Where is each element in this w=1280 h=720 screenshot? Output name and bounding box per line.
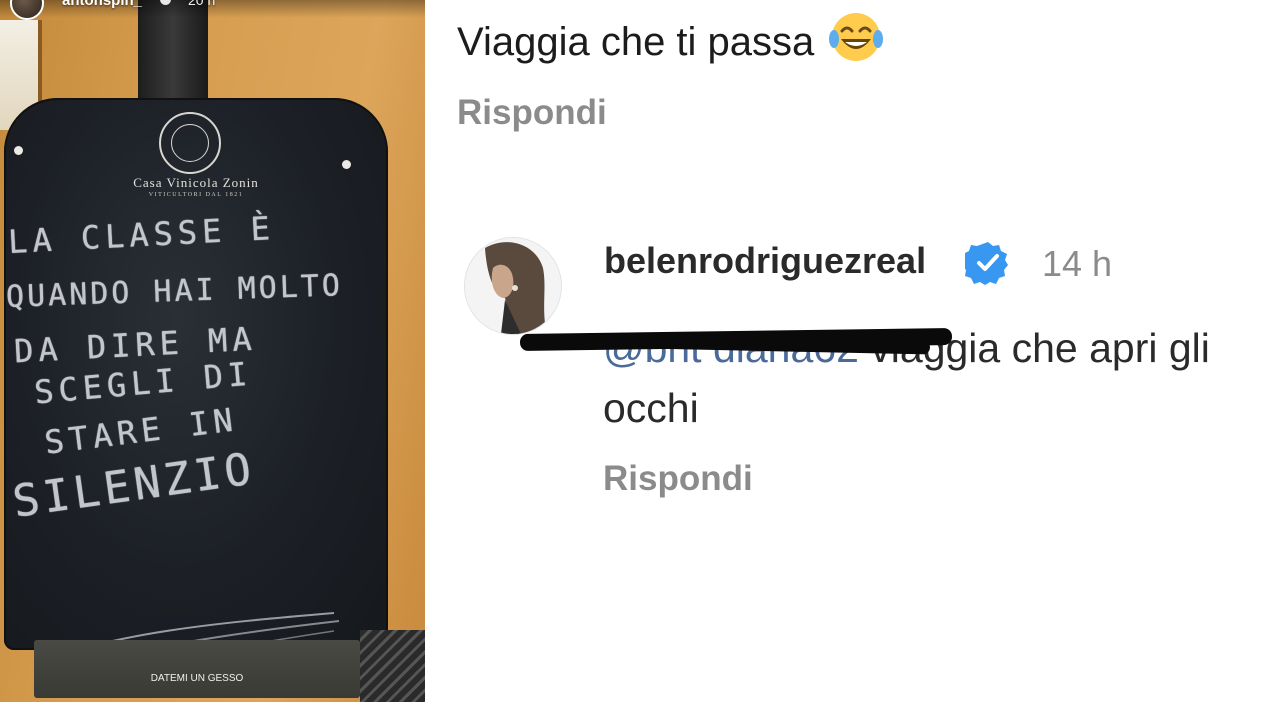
avatar[interactable]	[464, 237, 562, 335]
board-hole-right	[342, 160, 351, 169]
story-time: 20 h	[188, 0, 216, 8]
wooden-stand	[360, 630, 425, 702]
reply-username[interactable]: belenrodriguezreal	[604, 240, 926, 282]
chalk-line-1: LA CLASSE È	[7, 209, 276, 261]
board-base	[34, 640, 360, 698]
reply-button[interactable]: Rispondi	[457, 93, 607, 133]
board-hole-left	[14, 146, 23, 155]
verified-badge-icon	[965, 242, 1008, 285]
laughing-tears-emoji-icon	[829, 13, 884, 61]
reply-time: 14 h	[1042, 243, 1113, 284]
chalkboard: Casa Vinicola Zonin VITICULTORI DAL 1821…	[4, 98, 388, 684]
avatar-photo-icon	[465, 238, 561, 334]
brand-seal-icon	[159, 112, 221, 174]
story-caption: DATEMI UN GESSO	[150, 673, 244, 684]
chalk-line-2: QUANDO HAI MOLTO	[5, 268, 344, 315]
comment-text-content: Viaggia che ti passa	[457, 20, 815, 64]
comment-text: Viaggia che ti passa	[457, 9, 884, 65]
brand-subtitle: VITICULTORI DAL 1821	[148, 192, 244, 198]
brand-name: Casa Vinicola Zonin	[133, 175, 259, 190]
reply-button-2[interactable]: Rispondi	[603, 459, 753, 499]
story-username[interactable]: antonspin_	[62, 0, 142, 9]
story-photo: antonspin_ 20 h Casa Vinicola Zonin VITI…	[0, 0, 425, 702]
